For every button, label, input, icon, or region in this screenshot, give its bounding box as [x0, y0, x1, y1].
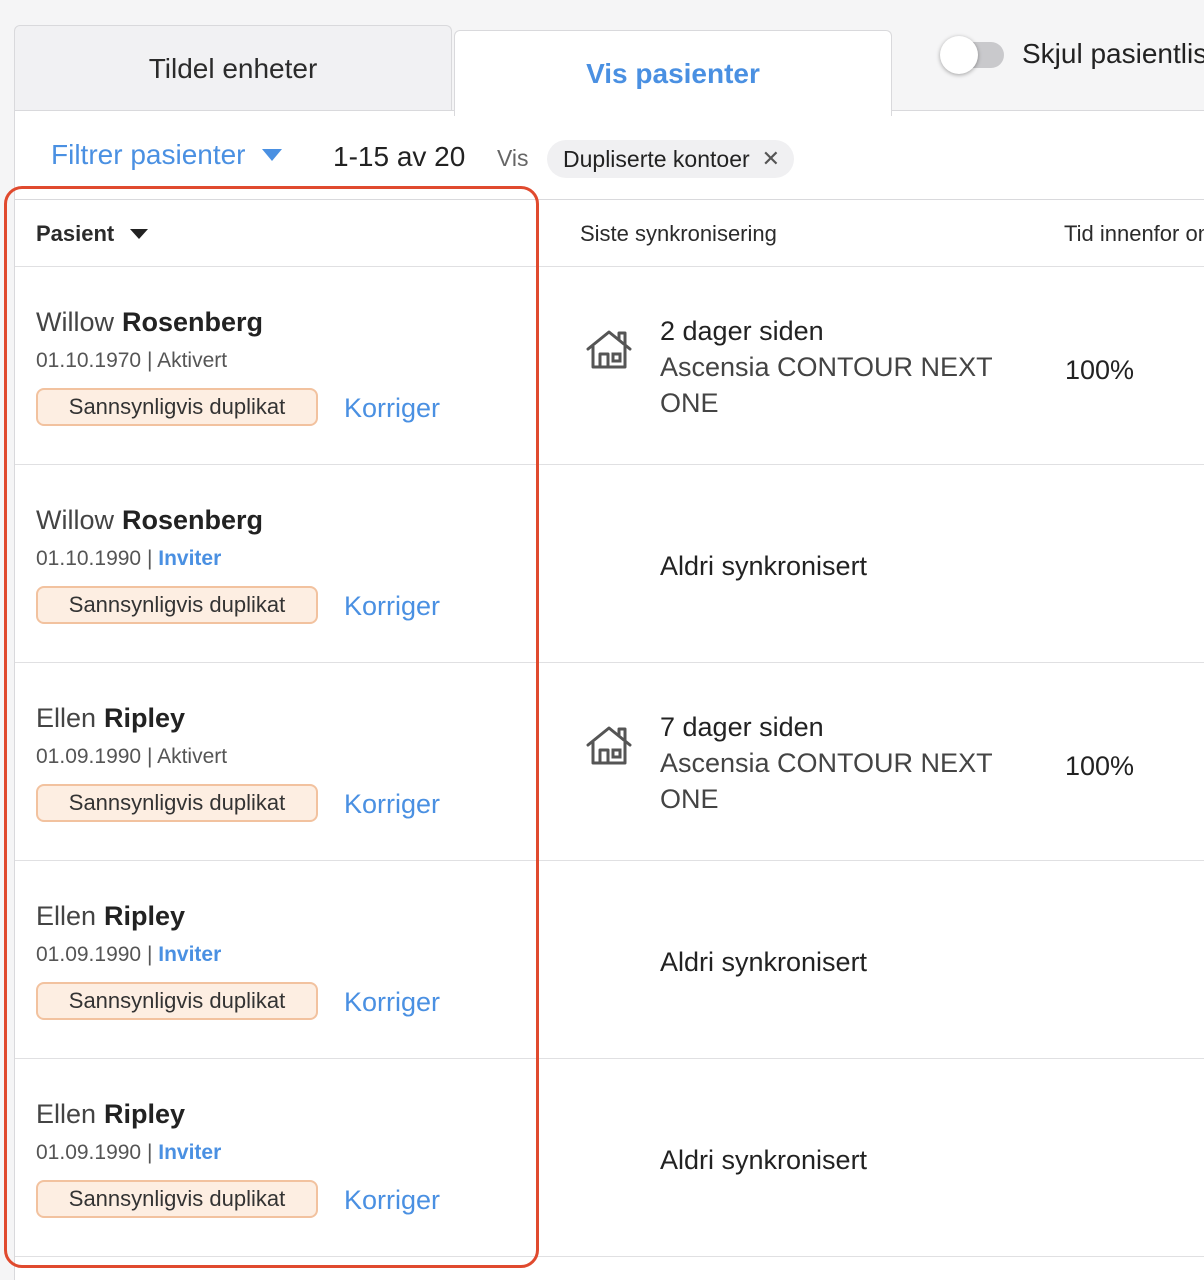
column-header-patient[interactable]: Pasient [36, 221, 149, 247]
filter-patients-button[interactable]: Filtrer pasienter [51, 139, 282, 171]
patient-first-name: Willow [36, 307, 114, 337]
duplicate-badge: Sannsynligvis duplikat [36, 586, 318, 624]
patient-first-name: Ellen [36, 1099, 97, 1129]
hide-patient-list-toggle[interactable] [940, 36, 1004, 74]
table-row: Willow Rosenberg 01.10.1970 | Aktivert Sa… [15, 267, 1204, 465]
tab-show-patients-label: Vis pasienter [586, 57, 760, 89]
filter-chip-duplicates: Dupliserte kontoer ✕ [547, 140, 795, 178]
time-in-range-value: 100% [1065, 751, 1135, 781]
duplicate-badge: Sannsynligvis duplikat [36, 1180, 318, 1218]
patient-last-name: Rosenberg [122, 307, 264, 337]
patient-name[interactable]: Ellen Ripley [36, 1099, 185, 1130]
correct-link[interactable]: Korriger [344, 987, 440, 1018]
patient-dob: 01.10.1990 [36, 547, 142, 570]
toggle-knob [940, 36, 978, 74]
patient-meta: 01.10.1990 | Inviter [36, 547, 222, 570]
caret-down-icon [261, 149, 282, 161]
patient-dob: 01.10.1970 [36, 349, 142, 372]
column-header-time-in-range: Tid innenfor område [1064, 221, 1204, 246]
never-synced: Aldri synkronisert [660, 1145, 868, 1175]
sync-device: Ascensia CONTOUR NEXT ONE [660, 352, 993, 418]
patient-last-name: Ripley [104, 1099, 186, 1129]
tab-assign-devices[interactable]: Tildel enheter [14, 25, 452, 111]
patient-last-name: Ripley [104, 901, 186, 931]
correct-link[interactable]: Korriger [344, 789, 440, 820]
patient-first-name: Ellen [36, 703, 97, 733]
filter-patients-label: Filtrer pasienter [51, 139, 246, 170]
patient-first-name: Ellen [36, 901, 97, 931]
patient-dob: 01.09.1990 [36, 1141, 142, 1164]
never-synced: Aldri synkronisert [660, 947, 868, 977]
patient-name[interactable]: Willow Rosenberg [36, 307, 263, 338]
tab-show-patients[interactable]: Vis pasienter [454, 30, 892, 116]
patient-dob: 01.09.1990 [36, 943, 142, 966]
column-header-patient-label: Pasient [36, 221, 115, 246]
patients-panel: Filtrer pasienter 1-15 av 20 Vis Duplise… [14, 111, 1204, 1280]
last-sync-info: 2 dager siden Ascensia CONTOUR NEXT ONE [660, 313, 1010, 421]
patient-last-name: Rosenberg [122, 505, 264, 535]
duplicate-badge: Sannsynligvis duplikat [36, 784, 318, 822]
hide-patient-list-label: Skjul pasientliste [1022, 38, 1204, 69]
sync-time: 2 dager siden [660, 316, 824, 346]
home-icon [586, 726, 632, 765]
time-in-range-value: 100% [1065, 355, 1135, 385]
pagination-range: 1-15 av 20 [333, 141, 466, 172]
patient-first-name: Willow [36, 505, 114, 535]
correct-link[interactable]: Korriger [344, 393, 440, 424]
last-sync-info: 7 dager siden Ascensia CONTOUR NEXT ONE [660, 709, 1010, 817]
tab-assign-devices-label: Tildel enheter [148, 52, 318, 84]
duplicate-badge: Sannsynligvis duplikat [36, 388, 318, 426]
patient-meta: 01.10.1970 | Aktivert [36, 349, 228, 372]
patient-name[interactable]: Ellen Ripley [36, 901, 185, 932]
correct-link[interactable]: Korriger [344, 591, 440, 622]
invite-link[interactable]: Inviter [158, 943, 221, 966]
patient-dob: 01.09.1990 [36, 745, 142, 768]
correct-link[interactable]: Korriger [344, 1185, 440, 1216]
duplicate-badge: Sannsynligvis duplikat [36, 982, 318, 1020]
sync-device: Ascensia CONTOUR NEXT ONE [660, 748, 993, 814]
table-row: Ellen Ripley 01.09.1990 | Inviter Sannsyn… [15, 1059, 1204, 1257]
patient-meta: 01.09.1990 | Inviter [36, 943, 222, 966]
patient-last-name: Ripley [104, 703, 186, 733]
sort-caret-down-icon [130, 229, 149, 239]
table-row: Ellen Ripley 01.09.1990 | Aktivert Sannsy… [15, 663, 1204, 861]
patient-meta: 01.09.1990 | Aktivert [36, 745, 228, 768]
invite-link[interactable]: Inviter [158, 1141, 221, 1164]
column-header-last-sync: Siste synkronisering [580, 221, 777, 246]
filter-chip-label: Dupliserte kontoer [563, 145, 750, 172]
patient-status: Aktivert [157, 745, 228, 768]
home-icon [586, 330, 632, 369]
table-row: Willow Rosenberg 01.10.1990 | Inviter San… [15, 465, 1204, 663]
patient-name[interactable]: Ellen Ripley [36, 703, 185, 734]
toolbar-divider [15, 199, 1204, 200]
never-synced: Aldri synkronisert [660, 551, 868, 581]
invite-link[interactable]: Inviter [158, 547, 221, 570]
close-icon[interactable]: ✕ [762, 146, 780, 172]
row-divider [15, 1256, 1204, 1257]
patient-meta: 01.09.1990 | Inviter [36, 1141, 222, 1164]
patient-status: Aktivert [157, 349, 228, 372]
table-row: Ellen Ripley 01.09.1990 | Inviter Sannsyn… [15, 861, 1204, 1059]
show-label: Vis [497, 145, 529, 171]
sync-time: 7 dager siden [660, 712, 824, 742]
patient-name[interactable]: Willow Rosenberg [36, 505, 263, 536]
